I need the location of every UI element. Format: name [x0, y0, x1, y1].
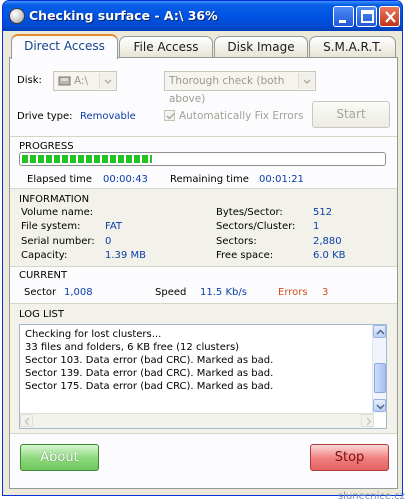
log-vertical-scrollbar[interactable]	[372, 325, 386, 413]
divider	[10, 433, 397, 434]
elapsed-label: Elapsed time	[27, 174, 93, 185]
drive-type-value: Removable	[80, 111, 136, 122]
progress-title: PROGRESS	[19, 141, 74, 152]
sectors-label: Sectors:	[216, 236, 257, 247]
watermark: slunecnice.cz	[337, 491, 405, 502]
close-button[interactable]	[379, 6, 400, 27]
chevron-down-icon	[99, 73, 115, 89]
disk-select-value: A:\	[74, 75, 89, 87]
disk-label: Disk:	[17, 75, 42, 86]
direct-access-panel: Disk: A:\ Thorough check (both above) Dr…	[9, 57, 398, 489]
remaining-value: 00:01:21	[259, 174, 304, 185]
sector-label: Sector	[24, 287, 57, 298]
check-mode-select[interactable]: Thorough check (both above)	[164, 71, 316, 105]
drive-type-label: Drive type:	[17, 111, 73, 122]
divider	[10, 266, 397, 267]
app-disc-icon	[9, 8, 25, 24]
divider	[10, 188, 397, 189]
volume-name-label: Volume name:	[21, 207, 94, 218]
stop-button[interactable]: Stop	[310, 444, 389, 471]
scroll-right-icon[interactable]	[361, 414, 374, 427]
log-list[interactable]: Checking for lost clusters... 33 files a…	[19, 324, 387, 429]
log-line: Sector 103. Data error (bad CRC). Marked…	[25, 355, 274, 366]
log-list-title: LOG LIST	[19, 309, 64, 320]
divider	[10, 136, 397, 137]
capacity-value: 1.39 MB	[105, 250, 146, 261]
maximize-button[interactable]	[356, 6, 377, 27]
window-title: Checking surface - A:\ 36%	[29, 8, 218, 23]
tab-file-access[interactable]: File Access	[119, 36, 213, 58]
free-space-label: Free space:	[216, 250, 274, 261]
log-horizontal-scrollbar[interactable]	[20, 413, 374, 428]
maximize-icon	[361, 10, 374, 23]
tab-smart[interactable]: S.M.A.R.T.	[309, 36, 396, 58]
start-button[interactable]: Start	[312, 101, 390, 128]
chevron-down-icon	[298, 73, 314, 89]
file-system-value: FAT	[105, 221, 123, 232]
bytes-per-sector-value: 512	[313, 207, 333, 218]
errors-value: 3	[322, 287, 329, 298]
serial-number-value: 0	[105, 236, 112, 247]
tab-strip: Direct Access File Access Disk Image S.M…	[9, 34, 398, 59]
remaining-label: Remaining time	[170, 174, 249, 185]
checkmark-icon	[166, 112, 175, 120]
tab-disk-image[interactable]: Disk Image	[214, 36, 308, 58]
minimize-button[interactable]	[333, 6, 354, 27]
sectors-per-cluster-label: Sectors/Cluster:	[216, 221, 296, 232]
file-system-label: File system:	[21, 221, 81, 232]
title-bar[interactable]: Checking surface - A:\ 36%	[3, 1, 402, 31]
progress-fill	[22, 155, 152, 163]
errors-label: Errors	[278, 287, 308, 298]
check-mode-value: Thorough check (both above)	[169, 75, 285, 105]
close-icon	[385, 11, 396, 23]
minimize-icon	[339, 20, 346, 23]
auto-fix-checkbox[interactable]	[164, 110, 175, 121]
speed-value: 11.5 Kb/s	[200, 287, 247, 298]
floppy-drive-icon	[58, 76, 71, 86]
sector-value: 1,008	[64, 287, 93, 298]
sectors-per-cluster-value: 1	[313, 221, 320, 232]
capacity-label: Capacity:	[21, 250, 68, 261]
divider	[10, 303, 397, 304]
elapsed-value: 00:00:43	[103, 174, 148, 185]
scroll-thumb[interactable]	[374, 363, 386, 393]
serial-number-label: Serial number:	[21, 236, 95, 247]
disk-select[interactable]: A:\	[53, 71, 117, 91]
log-line: Checking for lost clusters...	[25, 329, 162, 340]
free-space-value: 6.0 KB	[313, 250, 346, 261]
log-line: Sector 175. Data error (bad CRC). Marked…	[25, 381, 274, 392]
current-title: CURRENT	[19, 270, 68, 281]
sectors-value: 2,880	[313, 236, 342, 247]
scroll-down-icon[interactable]	[373, 399, 386, 412]
scroll-left-icon[interactable]	[20, 414, 33, 427]
bytes-per-sector-label: Bytes/Sector:	[216, 207, 283, 218]
progress-bar	[19, 152, 386, 166]
log-line: Sector 139. Data error (bad CRC). Marked…	[25, 368, 274, 379]
app-window: Checking surface - A:\ 36% Direct Access…	[2, 0, 403, 496]
speed-label: Speed	[155, 287, 187, 298]
auto-fix-label: Automatically Fix Errors	[179, 110, 304, 122]
log-line: 33 files and folders, 6 KB free (12 clus…	[25, 342, 240, 353]
scroll-up-icon[interactable]	[373, 325, 386, 338]
information-title: INFORMATION	[19, 194, 90, 205]
tab-direct-access[interactable]: Direct Access	[11, 34, 118, 59]
about-button[interactable]: About	[20, 444, 99, 471]
